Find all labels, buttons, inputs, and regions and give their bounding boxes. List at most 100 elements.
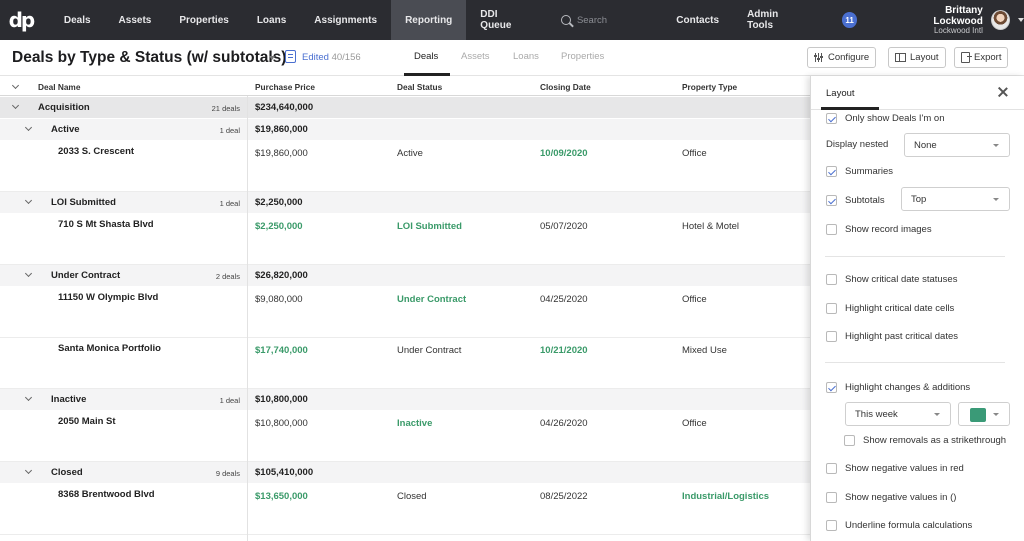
avatar[interactable] <box>990 10 1010 30</box>
chevron-down-icon[interactable] <box>24 123 33 132</box>
configure-button[interactable]: Configure <box>807 47 877 68</box>
record-images-checkbox[interactable] <box>826 224 837 235</box>
closing-date: 10/21/2020 <box>540 345 588 356</box>
chevron-down-icon[interactable] <box>24 466 33 475</box>
group-row[interactable]: Under Contract 2 deals $26,820,000 <box>0 265 810 286</box>
layout-button[interactable]: Layout <box>888 47 946 68</box>
chevron-down-icon[interactable] <box>269 56 275 60</box>
group-subtotal: $19,860,000 <box>255 124 308 135</box>
group-row[interactable]: Inactive 1 deal $10,800,000 <box>0 389 810 410</box>
chevron-down-icon[interactable] <box>1017 18 1024 22</box>
deal-name[interactable]: 2033 S. Crescent <box>58 146 134 157</box>
deal-name[interactable]: 2050 Main St <box>58 416 116 427</box>
table-row[interactable]: 710 S Mt Shasta Blvd $2,250,000 LOI Submit… <box>0 214 810 265</box>
notification-badge[interactable]: 11 <box>841 12 858 28</box>
group-row[interactable]: LOI Submitted 1 deal $2,250,000 <box>0 192 810 213</box>
strikethrough-checkbox[interactable] <box>844 435 855 446</box>
table-row[interactable]: 11150 W Olympic Blvd $9,080,000 Under Cont… <box>0 287 810 338</box>
highlight-past-option[interactable]: Highlight past critical dates <box>826 331 958 342</box>
chevron-down-icon <box>934 413 940 416</box>
highlight-period-value: This week <box>855 409 898 420</box>
tab-assets[interactable]: Assets <box>461 51 490 62</box>
critical-statuses-option[interactable]: Show critical date statuses <box>826 274 957 285</box>
tab-loans[interactable]: Loans <box>513 51 539 62</box>
deal-status: Active <box>397 148 423 159</box>
highlight-period-select[interactable]: This week <box>845 402 951 426</box>
search-box[interactable]: Search <box>560 15 652 26</box>
purchase-price: $10,800,000 <box>255 418 308 429</box>
col-deal-status[interactable]: Deal Status <box>397 82 442 92</box>
nav-admin-tools[interactable]: Admin Tools <box>733 0 818 40</box>
highlight-color-select[interactable] <box>958 402 1010 426</box>
group-name: Active <box>51 124 80 135</box>
nav-reporting[interactable]: Reporting <box>391 0 467 40</box>
chevron-down-icon[interactable] <box>11 81 20 90</box>
chevron-down-icon[interactable] <box>11 101 20 110</box>
highlight-changes-checkbox[interactable] <box>826 382 837 393</box>
critical-statuses-checkbox[interactable] <box>826 274 837 285</box>
nav-loans[interactable]: Loans <box>243 0 300 40</box>
divider <box>825 362 1005 363</box>
table-row[interactable]: 8368 Brentwood Blvd $13,650,000 Closed 08/2… <box>0 484 810 535</box>
subtotals-value: Top <box>911 194 927 205</box>
nav-assets[interactable]: Assets <box>105 0 166 40</box>
purchase-price: $13,650,000 <box>255 491 308 502</box>
group-row[interactable]: Closed 9 deals $105,410,000 <box>0 462 810 483</box>
negative-red-option[interactable]: Show negative values in red <box>826 463 964 474</box>
group-row[interactable]: Active 1 deal $19,860,000 <box>0 119 810 140</box>
subtotals-option[interactable]: Subtotals <box>826 195 885 206</box>
group-count: 1 deal <box>219 126 240 135</box>
record-images-label: Show record images <box>845 224 932 235</box>
nav-ddi-queue[interactable]: DDI Queue <box>466 0 543 40</box>
user-menu[interactable]: Brittany Lockwood Lockwood Intl <box>897 5 982 36</box>
purchase-price: $2,250,000 <box>255 221 303 232</box>
app-logo[interactable]: dp <box>0 0 42 40</box>
chevron-down-icon[interactable] <box>24 393 33 402</box>
deal-name[interactable]: 8368 Brentwood Blvd <box>58 489 155 500</box>
export-button[interactable]: Export <box>954 47 1009 68</box>
display-nested-select[interactable]: None <box>904 133 1010 157</box>
subtotals-checkbox[interactable] <box>826 195 837 206</box>
search-input[interactable]: Search <box>577 15 607 26</box>
table-row[interactable]: 2033 S. Crescent $19,860,000 Active 10/09/2… <box>0 141 810 192</box>
nav-assignments[interactable]: Assignments <box>300 0 391 40</box>
negative-red-checkbox[interactable] <box>826 463 837 474</box>
only-mine-option[interactable]: Only show Deals I'm on <box>826 113 945 124</box>
group-row[interactable]: Acquisition 21 deals $234,640,000 <box>0 97 810 118</box>
panel-header: Layout <box>811 76 1024 110</box>
subtotals-select[interactable]: Top <box>901 187 1010 211</box>
strikethrough-option[interactable]: Show removals as a strikethrough <box>844 435 1006 446</box>
group-name: Under Contract <box>51 270 121 281</box>
col-closing-date[interactable]: Closing Date <box>540 82 591 92</box>
deal-name[interactable]: 710 S Mt Shasta Blvd <box>58 219 154 230</box>
deal-name[interactable]: Santa Monica Portfolio <box>58 343 161 354</box>
col-deal-name[interactable]: Deal Name <box>38 82 80 92</box>
highlight-changes-option[interactable]: Highlight changes & additions <box>826 382 970 393</box>
chevron-down-icon[interactable] <box>24 269 33 278</box>
nav-deals[interactable]: Deals <box>50 0 105 40</box>
highlight-critical-option[interactable]: Highlight critical date cells <box>826 303 954 314</box>
highlight-past-checkbox[interactable] <box>826 331 837 342</box>
negative-paren-checkbox[interactable] <box>826 492 837 503</box>
chevron-down-icon[interactable] <box>24 196 33 205</box>
highlight-critical-checkbox[interactable] <box>826 303 837 314</box>
record-images-option[interactable]: Show record images <box>826 224 932 235</box>
nav-properties[interactable]: Properties <box>165 0 242 40</box>
table-row[interactable]: 2050 Main St $10,800,000 Inactive 04/26/202… <box>0 411 810 462</box>
underline-formula-checkbox[interactable] <box>826 520 837 531</box>
negative-paren-option[interactable]: Show negative values in () <box>826 492 956 503</box>
col-property-type[interactable]: Property Type <box>682 82 737 92</box>
table-row[interactable]: Santa Monica Portfolio $17,740,000 Under C… <box>0 338 810 389</box>
nav-contacts[interactable]: Contacts <box>662 0 733 40</box>
highlight-past-label: Highlight past critical dates <box>845 331 958 342</box>
col-purchase-price[interactable]: Purchase Price <box>255 82 315 92</box>
edited-indicator[interactable]: Edited 40/156 <box>302 52 361 63</box>
underline-formula-option[interactable]: Underline formula calculations <box>826 520 972 531</box>
close-icon[interactable] <box>997 86 1009 98</box>
tab-properties[interactable]: Properties <box>561 51 604 62</box>
summaries-option[interactable]: Summaries <box>826 166 893 177</box>
only-mine-checkbox[interactable] <box>826 113 837 124</box>
tab-deals[interactable]: Deals <box>414 51 438 62</box>
deal-name[interactable]: 11150 W Olympic Blvd <box>58 292 158 303</box>
summaries-checkbox[interactable] <box>826 166 837 177</box>
